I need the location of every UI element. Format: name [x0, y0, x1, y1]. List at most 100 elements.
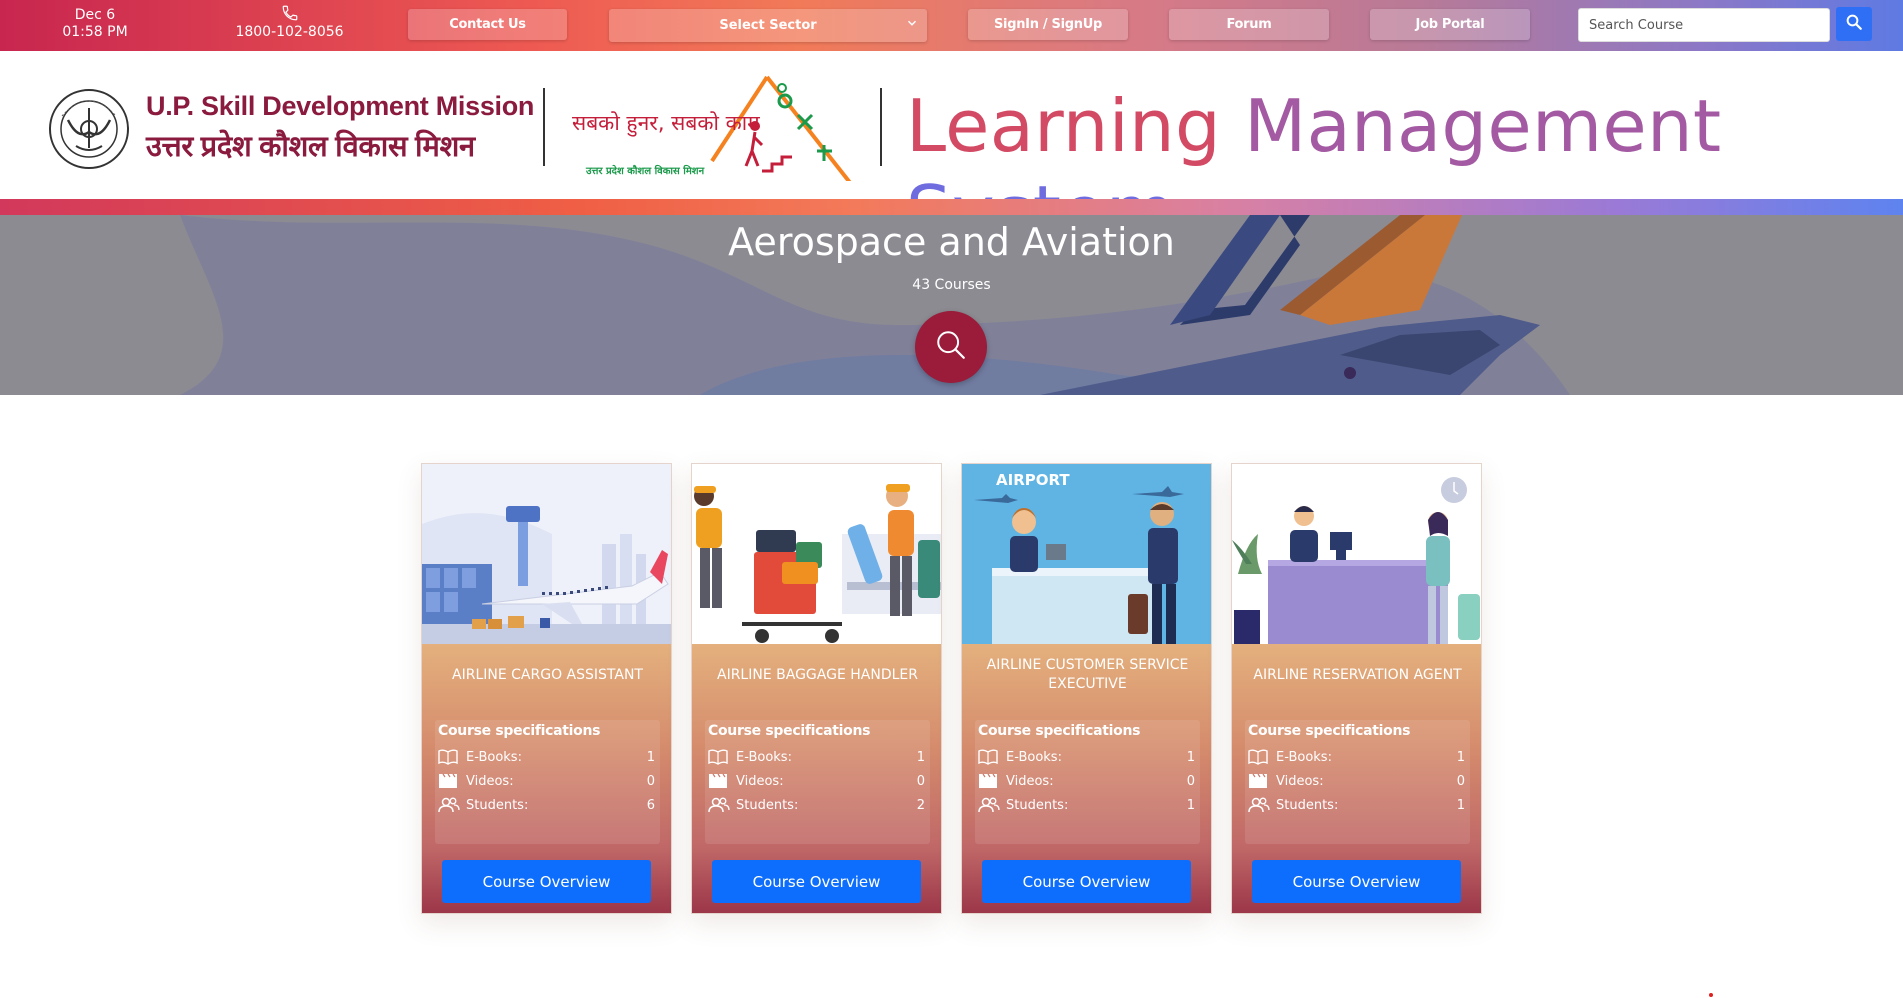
ebooks-count: 1 [1456, 749, 1465, 765]
students-count: 2 [916, 797, 925, 813]
course-card[interactable]: AIRLINE CARGO ASSISTANT Course specifica… [421, 463, 672, 914]
sector-select[interactable]: Select Sector [609, 9, 927, 42]
course-overview-button[interactable]: Course Overview [982, 860, 1191, 903]
sector-banner: Aerospace and Aviation 43 Courses [0, 215, 1903, 395]
students-row: Students: 1 [1248, 794, 1465, 816]
course-title: AIRLINE CARGO ASSISTANT [452, 666, 643, 683]
sector-select-value: Select Sector [719, 18, 817, 33]
course-image-reservation [1232, 464, 1481, 644]
divider [880, 88, 882, 166]
videos-label: Videos: [736, 773, 784, 789]
students-count: 1 [1456, 797, 1465, 813]
course-card[interactable]: AIRPORT AIRLINE CUSTOMER SERVICE EXECUTI… [961, 463, 1212, 914]
search-icon [934, 328, 968, 366]
videos-row: Videos: 0 [1248, 770, 1465, 792]
course-card-body: AIRLINE BAGGAGE HANDLER Course specifica… [692, 644, 941, 913]
lms-title-word: Management [1244, 84, 1722, 168]
students-icon [978, 796, 1000, 814]
ebooks-label: E-Books: [466, 749, 522, 765]
airport-sign: AIRPORT [996, 471, 1070, 489]
gradient-stripe [0, 199, 1903, 215]
video-clapper-icon [978, 772, 1000, 790]
videos-label: Videos: [1276, 773, 1324, 789]
top-bar: Dec 6 01:58 PM 1800-102-8056 Contact Us … [0, 0, 1903, 51]
video-clapper-icon [438, 772, 460, 790]
course-overview-button[interactable]: Course Overview [1252, 860, 1461, 903]
signin-signup-button[interactable]: SignIn / SignUp [968, 9, 1128, 40]
students-count: 1 [1186, 797, 1195, 813]
students-icon [1248, 796, 1270, 814]
search-icon [1845, 13, 1863, 35]
chevron-down-icon [905, 16, 919, 34]
divider [543, 88, 545, 166]
book-icon [438, 748, 460, 766]
course-card-body: AIRLINE CARGO ASSISTANT Course specifica… [422, 644, 671, 913]
specs-heading: Course specifications [978, 723, 1141, 739]
helpline-number: 1800-102-8056 [235, 24, 344, 40]
course-specs: Course specifications E-Books: 1 Videos:… [435, 720, 660, 844]
videos-row: Videos: 0 [438, 770, 655, 792]
course-card[interactable]: AIRLINE BAGGAGE HANDLER Course specifica… [691, 463, 942, 914]
course-specs: Course specifications E-Books: 1 Videos:… [705, 720, 930, 844]
sector-title: Aerospace and Aviation [728, 220, 1175, 264]
specs-heading: Course specifications [708, 723, 871, 739]
students-count: 6 [646, 797, 655, 813]
ebooks-label: E-Books: [1006, 749, 1062, 765]
ebooks-row: E-Books: 1 [438, 746, 655, 768]
skill-subtitle: उत्तर प्रदेश कौशल विकास मिशन [586, 166, 705, 177]
course-title: AIRLINE BAGGAGE HANDLER [717, 666, 918, 683]
video-clapper-icon [708, 772, 730, 790]
forum-button[interactable]: Forum [1169, 9, 1329, 40]
ebooks-row: E-Books: 1 [708, 746, 925, 768]
skill-mission-logo[interactable]: सबको हुनर, सबको काम उत्तर प्रदेश कौशल वि… [572, 71, 862, 181]
course-search-button[interactable] [1836, 7, 1872, 41]
specs-heading: Course specifications [438, 723, 601, 739]
org-name-hindi: उत्तर प्रदेश कौशल विकास मिशन [146, 131, 475, 163]
date-time: Dec 6 01:58 PM [60, 7, 130, 41]
current-time: 01:58 PM [62, 24, 128, 40]
book-icon [708, 748, 730, 766]
course-image-baggage [692, 464, 941, 644]
up-emblem-logo[interactable] [48, 88, 130, 170]
students-label: Students: [466, 797, 529, 813]
course-specs: Course specifications E-Books: 1 Videos:… [1245, 720, 1470, 844]
helpline[interactable]: 1800-102-8056 [232, 4, 347, 40]
course-image-customer-service: AIRPORT [962, 464, 1211, 644]
banner-search-button[interactable] [915, 311, 987, 383]
ebooks-count: 1 [1186, 749, 1195, 765]
students-row: Students: 1 [978, 794, 1195, 816]
videos-count: 0 [646, 773, 655, 789]
ebooks-row: E-Books: 1 [978, 746, 1195, 768]
contact-us-button[interactable]: Contact Us [408, 9, 567, 40]
book-icon [1248, 748, 1270, 766]
students-label: Students: [1006, 797, 1069, 813]
ebooks-row: E-Books: 1 [1248, 746, 1465, 768]
video-clapper-icon [1248, 772, 1270, 790]
site-header: U.P. Skill Development Mission उत्तर प्र… [0, 51, 1903, 254]
course-overview-button[interactable]: Course Overview [442, 860, 651, 903]
ebooks-label: E-Books: [736, 749, 792, 765]
course-search-input[interactable]: Search Course [1578, 8, 1830, 42]
specs-heading: Course specifications [1248, 723, 1411, 739]
org-name-english: U.P. Skill Development Mission [146, 91, 535, 121]
course-image-cargo [422, 464, 671, 644]
videos-count: 0 [916, 773, 925, 789]
job-portal-button[interactable]: Job Portal [1370, 9, 1530, 40]
book-icon [978, 748, 1000, 766]
students-label: Students: [736, 797, 799, 813]
videos-count: 0 [1456, 773, 1465, 789]
course-count: 43 Courses [912, 277, 991, 293]
students-label: Students: [1276, 797, 1339, 813]
lms-title-word: Learning [906, 84, 1221, 168]
videos-label: Videos: [1006, 773, 1054, 789]
students-icon [708, 796, 730, 814]
course-title: AIRLINE CUSTOMER SERVICE EXECUTIVE [986, 657, 1189, 692]
course-overview-button[interactable]: Course Overview [712, 860, 921, 903]
ebooks-label: E-Books: [1276, 749, 1332, 765]
course-card[interactable]: AIRLINE RESERVATION AGENT Course specifi… [1231, 463, 1482, 914]
students-icon [438, 796, 460, 814]
students-row: Students: 2 [708, 794, 925, 816]
course-card-body: AIRLINE CUSTOMER SERVICE EXECUTIVE Cours… [962, 644, 1211, 913]
ebooks-count: 1 [646, 749, 655, 765]
phone-icon [232, 4, 347, 24]
